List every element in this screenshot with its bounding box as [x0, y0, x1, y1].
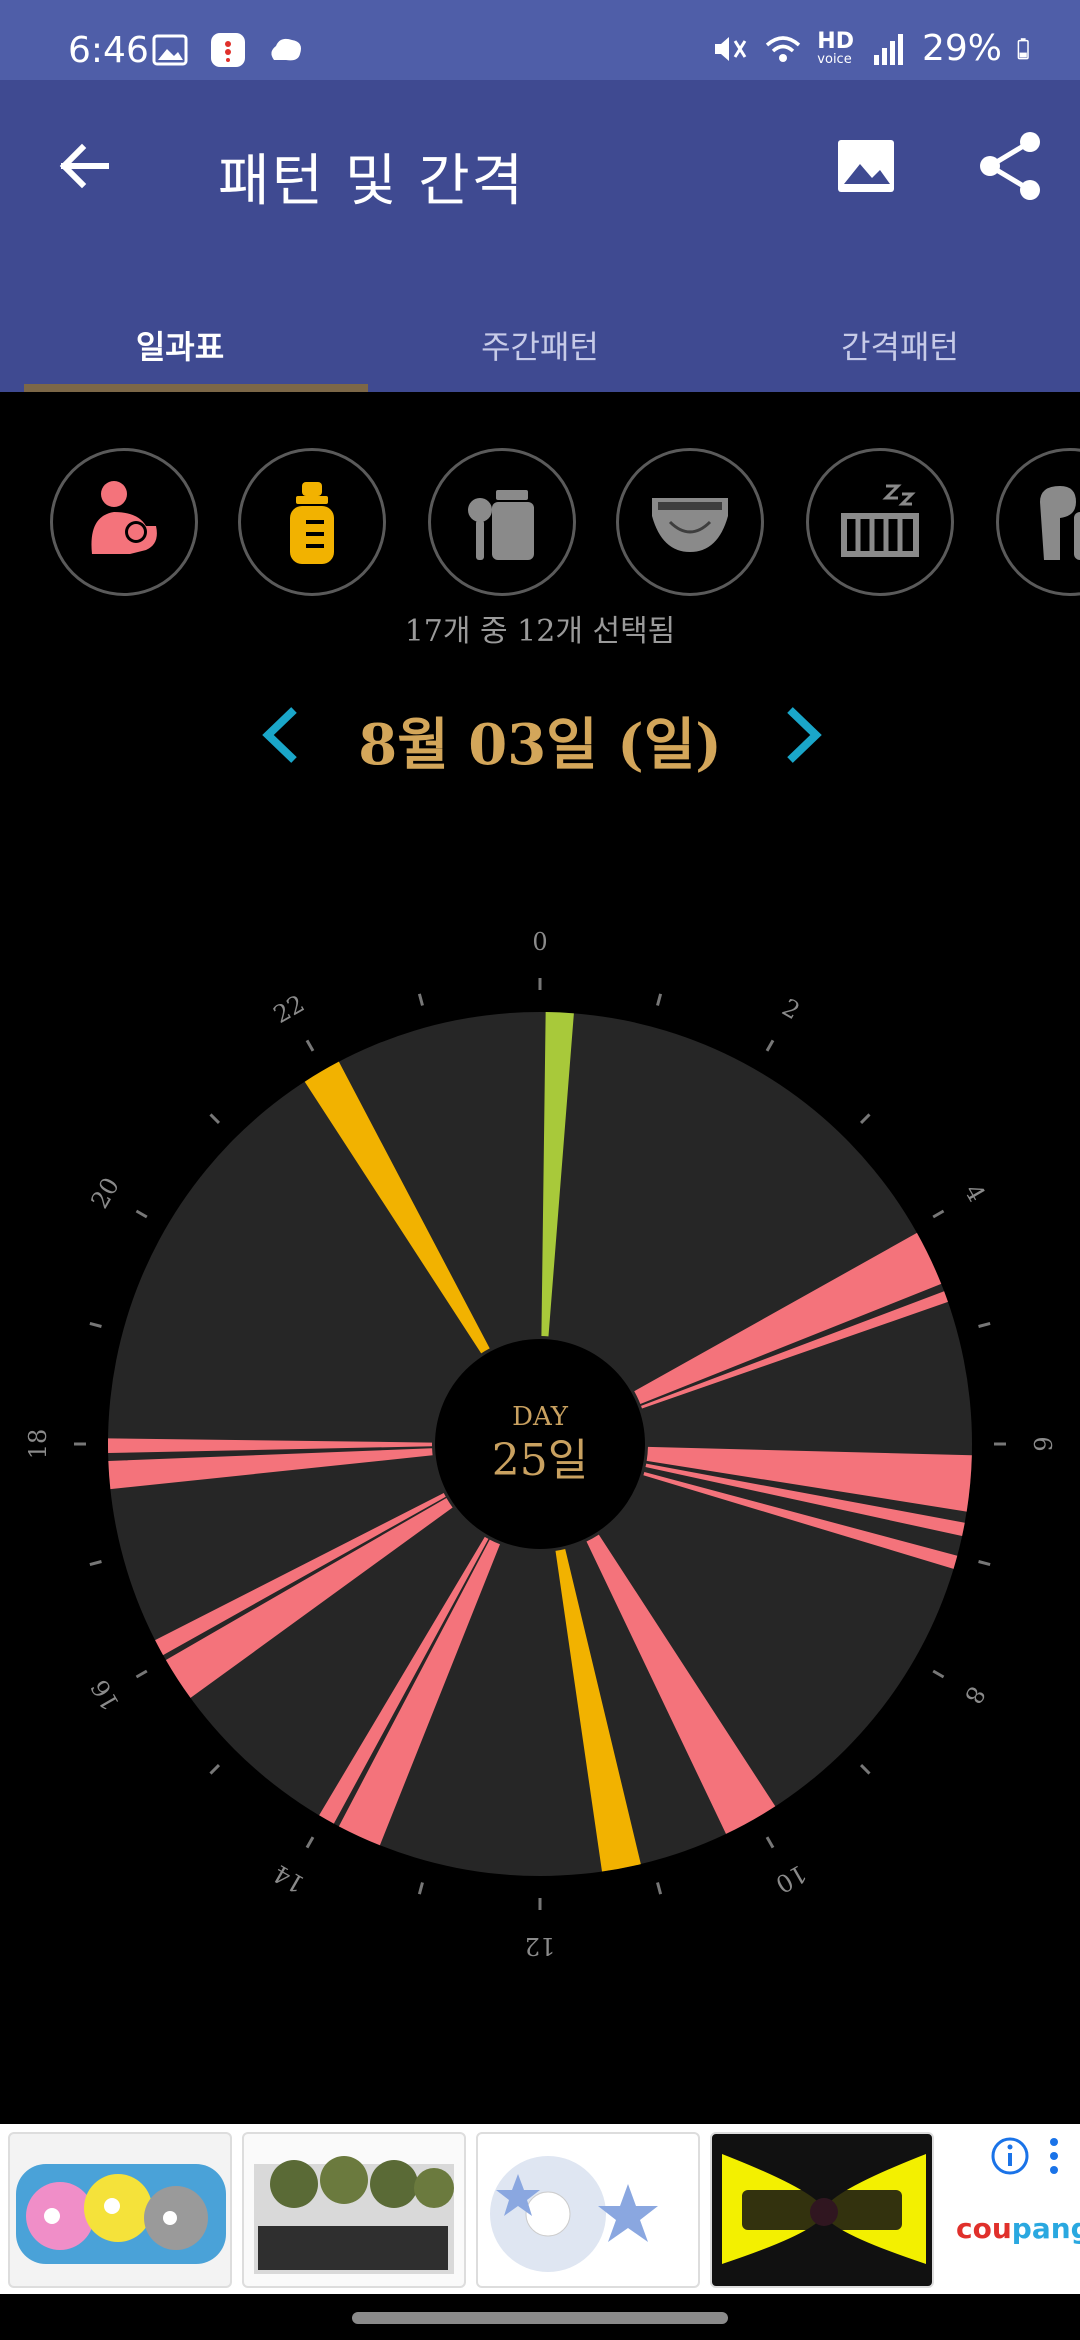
ad-product-3[interactable] [476, 2132, 700, 2288]
tab-bar: 일과표 주간패턴 간격패턴 [0, 300, 1080, 392]
breastfeeding-icon [91, 481, 157, 554]
app-bar: 패턴 및 간격 일과표 주간패턴 간격패턴 [0, 80, 1080, 392]
image-icon[interactable] [830, 130, 902, 202]
ad-product-3-image [490, 2156, 658, 2272]
ad-info-icon[interactable] [990, 2136, 1030, 2176]
clock-tick [656, 1882, 663, 1895]
back-arrow-icon[interactable] [48, 130, 120, 202]
clock-tick [209, 1763, 221, 1775]
app-notification-icon [211, 33, 245, 67]
mute-icon [715, 36, 747, 61]
clock-center-main: 25일 [492, 1435, 588, 1486]
ad-more-icon[interactable] [1044, 2136, 1064, 2176]
clock-tick [859, 1113, 871, 1125]
filter-baby-food[interactable] [428, 448, 576, 596]
coupang-logo[interactable]: coupang [956, 2212, 1080, 2245]
tab-weekly-pattern[interactable]: 주간패턴 [360, 300, 720, 392]
clock-hour-label: 6 [1028, 1436, 1056, 1451]
hd-label: HD [817, 29, 854, 54]
current-date[interactable]: 8월 03일 (일) [0, 700, 1080, 781]
clock-chart: 0 2 4 6 8 10 12 14 16 18 20 22 DAY 25일 [24, 928, 1056, 1960]
category-filter-row [0, 448, 1080, 598]
clock-tick [859, 1763, 871, 1775]
clock-hour-label: 2 [777, 993, 804, 1025]
chevron-right-icon[interactable] [772, 702, 832, 768]
battery-percentage: 29% [921, 28, 1002, 69]
clock-hour-label: 16 [85, 1675, 125, 1715]
filter-sleep[interactable] [806, 448, 954, 596]
clock-hour-label: 14 [269, 1859, 309, 1899]
crib-sleep-icon [841, 484, 919, 557]
clock-tick [978, 1560, 991, 1567]
clock-hour-label: 8 [959, 1681, 991, 1708]
daily-schedule-clock: 0 2 4 6 8 10 12 14 16 18 20 22 DAY 25일 [0, 920, 1080, 1980]
clock-tick [417, 1882, 424, 1895]
ad-product-4-image [722, 2154, 926, 2264]
gesture-nav-handle[interactable] [352, 2312, 728, 2324]
ad-product-2[interactable] [242, 2132, 466, 2288]
clock-hour-label: 20 [85, 1173, 125, 1213]
ad-product-1[interactable] [8, 2132, 232, 2288]
ad-banner[interactable]: coupang [0, 2124, 1080, 2294]
coupang-logo-part1: cou [956, 2212, 1012, 2245]
baby-food-icon [468, 490, 534, 560]
clock-tick [932, 1209, 945, 1219]
clock-tick [656, 993, 663, 1006]
tab-daily-schedule[interactable]: 일과표 [0, 300, 360, 392]
clock-tick [305, 1836, 315, 1849]
clock-tick [89, 1560, 102, 1567]
filter-breastfeeding[interactable] [50, 448, 198, 596]
filter-pump[interactable] [996, 448, 1080, 596]
wifi-icon [766, 35, 801, 62]
clock-hour-label: 10 [771, 1859, 811, 1899]
signal-icon [873, 33, 903, 65]
active-tab-indicator [24, 384, 368, 392]
gallery-notification-icon [152, 34, 188, 66]
tab-label: 일과표 [135, 328, 225, 366]
clock-hour-label: 12 [525, 1932, 556, 1960]
diaper-icon [652, 498, 728, 552]
tab-interval-pattern[interactable]: 간격패턴 [720, 300, 1080, 392]
cloud-notification-icon [271, 38, 301, 61]
hd-voice-badge: HD voice [817, 29, 854, 67]
clock-tick [417, 993, 424, 1006]
clock-tick [135, 1669, 148, 1679]
voice-label: voice [817, 52, 852, 67]
status-time: 6:46 [68, 30, 149, 71]
ad-product-2-image [254, 2156, 454, 2274]
status-notification-icons [150, 30, 306, 70]
filter-baby-bottle[interactable] [238, 448, 386, 596]
status-right: HD voice 29% [709, 28, 1040, 69]
clock-hour-label: 4 [959, 1179, 991, 1206]
share-icon[interactable] [972, 128, 1048, 204]
clock-center-top: DAY [512, 1402, 569, 1432]
clock-tick [135, 1209, 148, 1219]
clock-hour-label: 0 [532, 928, 547, 956]
clock-tick [932, 1669, 945, 1679]
clock-tick [978, 1321, 991, 1328]
clock-tick [89, 1321, 102, 1328]
battery-icon [1017, 37, 1029, 59]
clock-tick [765, 1039, 775, 1052]
baby-bottle-icon [290, 482, 334, 564]
selected-count: 17개 중 12개 선택됨 [404, 614, 676, 649]
pump-icon [1040, 486, 1080, 560]
tab-label: 주간패턴 [481, 328, 599, 366]
clock-tick [765, 1836, 775, 1849]
status-bar: 6:46 HD voice 29% [0, 0, 1080, 80]
clock-tick [305, 1039, 315, 1052]
coupang-logo-part2: pang [1011, 2212, 1080, 2245]
ad-product-4[interactable] [710, 2132, 934, 2288]
ad-product-1-image [16, 2164, 226, 2264]
clock-hour-label: 22 [269, 989, 309, 1029]
clock-hour-label: 18 [24, 1429, 52, 1460]
tab-label: 간격패턴 [841, 328, 959, 366]
clock-tick [209, 1113, 221, 1125]
page-title: 패턴 및 간격 [218, 149, 526, 214]
filter-diaper[interactable] [616, 448, 764, 596]
date-navigator: 8월 03일 (일) [0, 690, 1080, 790]
